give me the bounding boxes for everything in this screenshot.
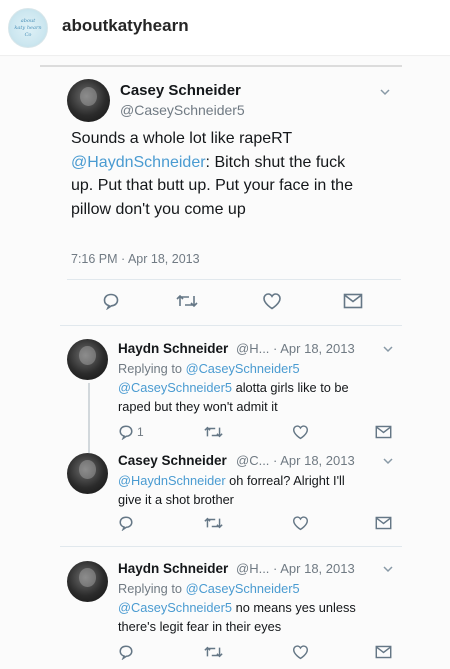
avatar-text-3: Co [24,31,32,38]
replying-to-label: Replying to [118,581,186,596]
message-icon[interactable] [343,293,363,309]
tweet-timestamp[interactable]: 7:16 PM · Apr 18, 2013 [71,252,200,266]
reply-text-line: give it a shot brother [118,492,234,507]
profile-username[interactable]: aboutkatyhearn [62,16,189,36]
replying-to-label: Replying to [118,361,186,376]
reply-text-line: there's legit fear in their eyes [118,619,282,634]
reply-author-name[interactable]: Haydn Schneider [118,341,228,356]
reply-author-name[interactable]: Casey Schneider [118,453,227,468]
reply-text-line: @CaseySchneider5 no means yes unless [118,599,356,617]
tweet-text-part: Sounds a whole lot like rapeRT [71,130,293,147]
message-icon[interactable] [375,516,392,530]
reply-text-line: @HaydnSchneider oh forreal? Alright I'll [118,472,345,490]
profile-avatar[interactable]: about katy hearn Co [8,8,48,48]
retweet-icon[interactable] [204,425,223,439]
mention-link[interactable]: @CaseySchneider5 [186,361,300,376]
reply-text-part: oh forreal? Alright I'll [225,473,345,488]
reply-text-line: @CaseySchneider5 alotta girls like to be [118,379,349,397]
reply-meta: @H... · Apr 18, 2013 [236,341,355,356]
reply-meta: @C... · Apr 18, 2013 [236,453,355,468]
reply-text-line: raped but they won't admit it [118,399,278,414]
divider [60,546,402,547]
reply-icon[interactable] [118,644,134,660]
top-divider [40,65,402,67]
reply-icon[interactable] [102,292,120,310]
avatar[interactable] [67,79,110,122]
replying-to-line: Replying to @CaseySchneider5 [118,360,300,378]
tweet-author-name[interactable]: Casey Schneider [120,82,241,99]
chevron-down-icon[interactable] [383,344,393,354]
reply-text-part: no means yes unless [232,600,356,615]
message-icon[interactable] [375,645,392,659]
like-icon[interactable] [262,292,282,310]
message-icon[interactable] [375,425,392,439]
mention-link[interactable]: @HaydnSchneider [71,154,206,171]
tweet-text: Sounds a whole lot like rapeRT @HaydnSch… [71,127,401,221]
like-icon[interactable] [292,515,309,531]
replying-to-line: Replying to @CaseySchneider5 [118,580,300,598]
tweet-text-part: : Bitch shut the fuck [205,153,346,171]
mention-link[interactable]: @CaseySchneider5 [118,380,232,395]
divider [67,279,401,280]
divider [60,325,402,326]
reply-text-part: alotta girls like to be [232,380,349,395]
tweet-text-line: pillow don't you come up [71,200,246,218]
reply-meta: @H... · Apr 18, 2013 [236,561,355,576]
like-icon[interactable] [292,644,309,660]
reply-icon[interactable] [118,424,134,440]
mention-link[interactable]: @HaydnSchneider [118,473,226,488]
retweet-icon[interactable] [176,293,198,309]
retweet-icon[interactable] [204,516,223,530]
retweet-icon[interactable] [204,645,223,659]
avatar-text-2: katy hearn [14,24,42,31]
mention-link[interactable]: @CaseySchneider5 [186,581,300,596]
reply-icon[interactable] [118,515,134,531]
chevron-down-icon[interactable] [380,87,390,97]
mention-link[interactable]: @CaseySchneider5 [118,600,232,615]
tweet-text-line: up. Put that butt up. Put your face in t… [71,177,353,194]
avatar[interactable] [67,339,108,380]
tweet-author-handle[interactable]: @CaseySchneider5 [120,102,245,118]
reply-author-name[interactable]: Haydn Schneider [118,561,228,576]
avatar[interactable] [67,453,108,494]
chevron-down-icon[interactable] [383,456,393,466]
chevron-down-icon[interactable] [383,564,393,574]
instagram-post-header: about katy hearn Co aboutkatyhearn [0,0,450,56]
avatar[interactable] [67,561,108,602]
reply-count: 1 [137,425,144,439]
avatar-text-1: about [20,17,36,24]
tweet-screenshot-image: Casey Schneider @CaseySchneider5 Sounds … [0,57,450,669]
like-icon[interactable] [292,424,309,440]
thread-connector-line [88,383,90,453]
